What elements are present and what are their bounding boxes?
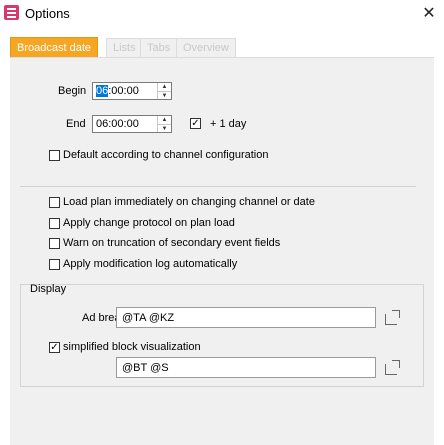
close-icon[interactable]: ✕ [414,0,444,27]
default-channel-checkbox[interactable] [49,150,60,161]
begin-hour-selected: 06 [96,85,109,97]
default-channel-label: Default according to channel configurati… [63,149,269,161]
spin-up-icon[interactable]: ▲ [158,83,171,92]
warn-truncation-checkbox[interactable] [49,238,60,249]
open-external-icon[interactable] [385,360,400,375]
window-title: Options [25,6,70,21]
apply-modification-log-checkbox[interactable] [49,259,60,270]
display-group-title: Display [30,283,67,295]
warn-truncation-label: Warn on truncation of secondary event fi… [63,237,281,249]
options-menu-icon[interactable] [4,5,19,20]
apply-change-protocol-label: Apply change protocol on plan load [63,217,235,229]
simplified-block-label: simplified block visualization [63,341,201,353]
load-plan-checkbox[interactable] [49,197,60,208]
begin-time-spinner[interactable]: 06:00:00 ▲ ▼ [92,82,172,100]
end-label: End [66,118,86,130]
separator [20,186,416,187]
apply-modification-log-label: Apply modification log automatically [63,258,238,270]
ad-break-field[interactable]: @TA @KZ [116,307,376,328]
spin-up-icon[interactable]: ▲ [158,116,171,125]
tab-overview[interactable]: Overview [176,38,236,57]
tab-lists[interactable]: Lists [106,38,143,57]
load-plan-label: Load plan immediately on changing channe… [63,196,315,208]
simplified-block-value: @BT @S [122,362,169,374]
tab-broadcast-date[interactable]: Broadcast date [10,37,98,58]
simplified-block-checkbox[interactable]: ✓ [49,342,60,353]
simplified-block-field[interactable]: @BT @S [116,357,376,378]
begin-label: Begin [58,85,87,97]
plus-one-day-label: + 1 day [210,118,247,130]
plus-one-day-checkbox[interactable]: ✓ [190,118,201,129]
spin-down-icon[interactable]: ▼ [158,125,171,133]
open-external-icon[interactable] [385,310,400,325]
end-time-spinner[interactable]: 06:00:00 ▲ ▼ [92,115,172,133]
end-time-value: 06:00:00 [96,118,139,130]
ad-break-value: @TA @KZ [122,312,175,324]
apply-change-protocol-checkbox[interactable] [49,218,60,229]
begin-time-rest: :00:00 [108,85,139,97]
spin-down-icon[interactable]: ▼ [158,92,171,100]
title-bar: Options ✕ [0,0,444,27]
tab-tabs[interactable]: Tabs [140,38,178,57]
